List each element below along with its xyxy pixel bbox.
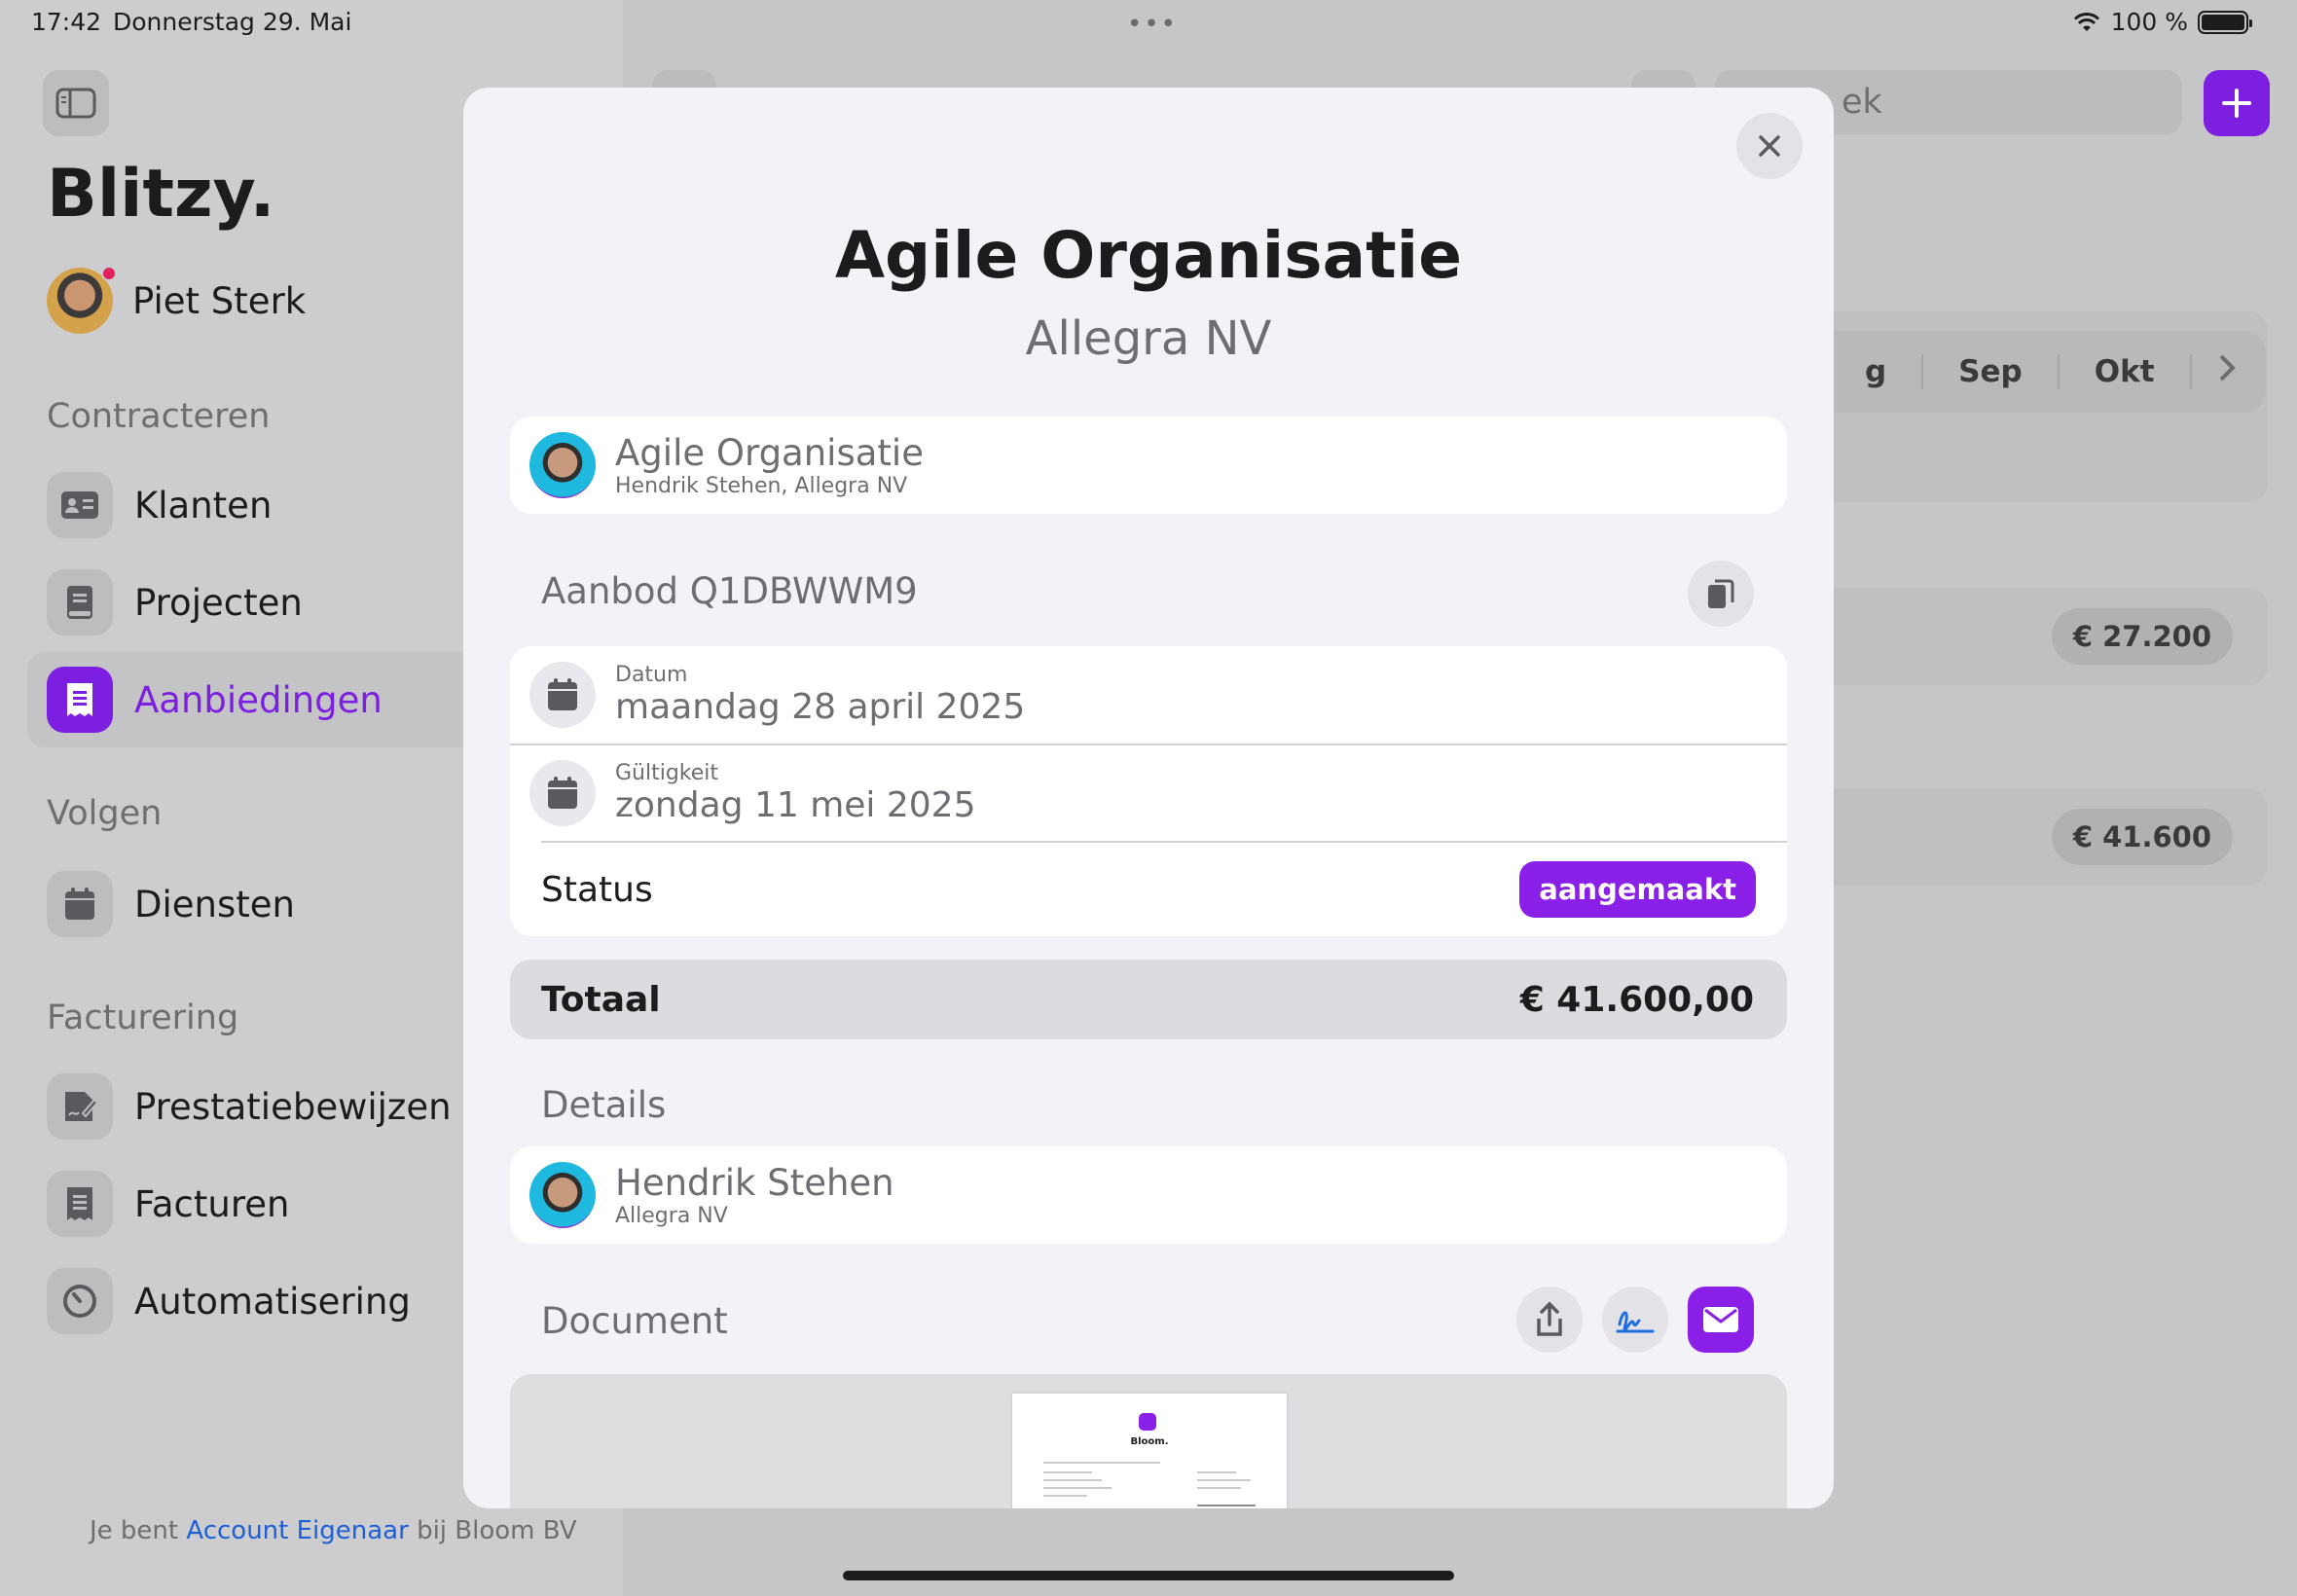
contact-company: Allegra NV [615, 1203, 728, 1228]
sidebar-item-label: Diensten [134, 883, 295, 925]
battery-icon [2198, 10, 2252, 34]
date-label: Datum [615, 663, 688, 687]
total-row: Totaal € 41.600,00 [510, 960, 1787, 1039]
close-button[interactable] [1736, 113, 1803, 179]
section-title-volgen: Volgen [47, 794, 163, 833]
total-label: Totaal [541, 979, 661, 1020]
status-label: Status [541, 869, 653, 910]
book-icon [47, 569, 113, 635]
status-right: 100 % [2072, 8, 2252, 36]
page-subtitle: Allegra NV [1025, 311, 1272, 366]
sidebar-item-label: Klanten [134, 484, 273, 526]
project-sub: Hendrik Stehen, Allegra NV [615, 473, 908, 498]
calendar-icon [47, 871, 113, 937]
calendar-icon [529, 760, 596, 826]
status-time: 17:42 [31, 8, 102, 36]
status-date: Donnerstag 29. Mai [113, 8, 352, 36]
document-preview[interactable]: Bloom. [510, 1374, 1787, 1508]
receipt-icon [47, 667, 113, 733]
offer-info-card: Datum maandag 28 april 2025 Gültigkeit z… [510, 646, 1787, 936]
copy-icon [1708, 579, 1734, 608]
contact-name: Hendrik Stehen [615, 1161, 894, 1204]
sidebar-item-label: Aanbiedingen [134, 678, 383, 721]
calendar-icon [529, 662, 596, 728]
contact-card[interactable]: Hendrik Stehen Allegra NV [510, 1146, 1787, 1244]
share-icon [1537, 1301, 1562, 1336]
document-thumbnail[interactable]: Bloom. [1012, 1394, 1287, 1508]
amount-badge: € 41.600 [2051, 809, 2233, 865]
offer-row[interactable]: € 41.600 [1810, 788, 2268, 886]
chevron-right-icon[interactable] [2217, 352, 2237, 391]
sidebar-item-label: Projecten [134, 581, 303, 624]
total-value: € 41.600,00 [1519, 979, 1754, 1020]
footer-prefix: Je bent [90, 1516, 179, 1545]
envelope-icon [1703, 1307, 1738, 1332]
month-selector[interactable]: g Sep Okt [1810, 331, 2266, 413]
copy-button[interactable] [1688, 561, 1754, 627]
validity-row[interactable]: Gültigkeit zondag 11 mei 2025 [510, 744, 1787, 841]
wifi-icon [2073, 12, 2099, 31]
validity-value: zondag 11 mei 2025 [615, 785, 976, 825]
current-user[interactable]: Piet Sterk [47, 266, 307, 334]
sidebar-toggle-button[interactable] [43, 70, 109, 136]
share-button[interactable] [1516, 1287, 1583, 1353]
section-title-facturering: Facturering [47, 998, 239, 1037]
status-badge[interactable]: aangemaakt [1519, 861, 1756, 918]
offer-detail-modal: Agile Organisatie Allegra NV Agile Organ… [463, 88, 1834, 1508]
section-title-contracteren: Contracteren [47, 397, 271, 436]
brand-logo-text: Blitzy. [47, 156, 275, 233]
sidebar-item-label: Prestatiebewijzen [134, 1085, 452, 1128]
document-heading: Document [541, 1300, 728, 1342]
month-tab[interactable]: g [1830, 354, 1924, 389]
date-value: maandag 28 april 2025 [615, 687, 1026, 727]
details-heading: Details [541, 1084, 667, 1126]
account-role-link[interactable]: Account Eigenaar [186, 1516, 408, 1545]
user-name: Piet Sterk [132, 279, 307, 322]
timer-icon [47, 1268, 113, 1334]
avatar [529, 1162, 596, 1228]
signed-document-icon [47, 1073, 113, 1140]
email-button[interactable] [1688, 1287, 1754, 1353]
sidebar-item-label: Automatisering [134, 1280, 411, 1323]
avatar [47, 266, 117, 334]
date-row[interactable]: Datum maandag 28 april 2025 [510, 646, 1787, 744]
footer-suffix: bij Bloom BV [417, 1516, 577, 1545]
amount-badge: € 27.200 [2051, 608, 2233, 665]
project-name: Agile Organisatie [615, 431, 924, 474]
validity-label: Gültigkeit [615, 761, 719, 785]
close-icon [1759, 135, 1780, 157]
project-card[interactable]: Agile Organisatie Hendrik Stehen, Allegr… [510, 417, 1787, 514]
sidebar-item-label: Facturen [134, 1182, 290, 1225]
home-indicator[interactable] [843, 1571, 1454, 1580]
offer-row[interactable]: € 27.200 [1810, 588, 2268, 685]
page-title: Agile Organisatie [834, 218, 1463, 293]
notification-dot [101, 266, 117, 281]
receipt-icon [47, 1171, 113, 1237]
add-button[interactable] [2204, 70, 2270, 136]
signature-icon [1616, 1311, 1655, 1333]
contact-card-icon [47, 472, 113, 538]
plus-icon [2222, 89, 2251, 118]
account-role-note: Je bent Account Eigenaar bij Bloom BV [90, 1516, 577, 1545]
status-row: Status aangemaakt [541, 841, 1787, 936]
battery-percent: 100 % [2110, 8, 2188, 36]
document-brand: Bloom. [1130, 1436, 1169, 1447]
month-tab[interactable]: Okt [2060, 354, 2192, 389]
avatar [529, 432, 596, 498]
offer-number: Aanbod Q1DBWWM9 [541, 570, 918, 612]
multitasking-dots-icon[interactable]: ••• [1127, 10, 1178, 39]
search-placeholder: ek [1841, 83, 1882, 122]
signature-button[interactable] [1602, 1287, 1668, 1353]
sidebar-icon [55, 88, 96, 119]
month-tab[interactable]: Sep [1923, 354, 2060, 389]
status-bar: 17:42 Donnerstag 29. Mai ••• 100 % [0, 0, 2297, 47]
bloom-logo-icon [1139, 1413, 1156, 1431]
